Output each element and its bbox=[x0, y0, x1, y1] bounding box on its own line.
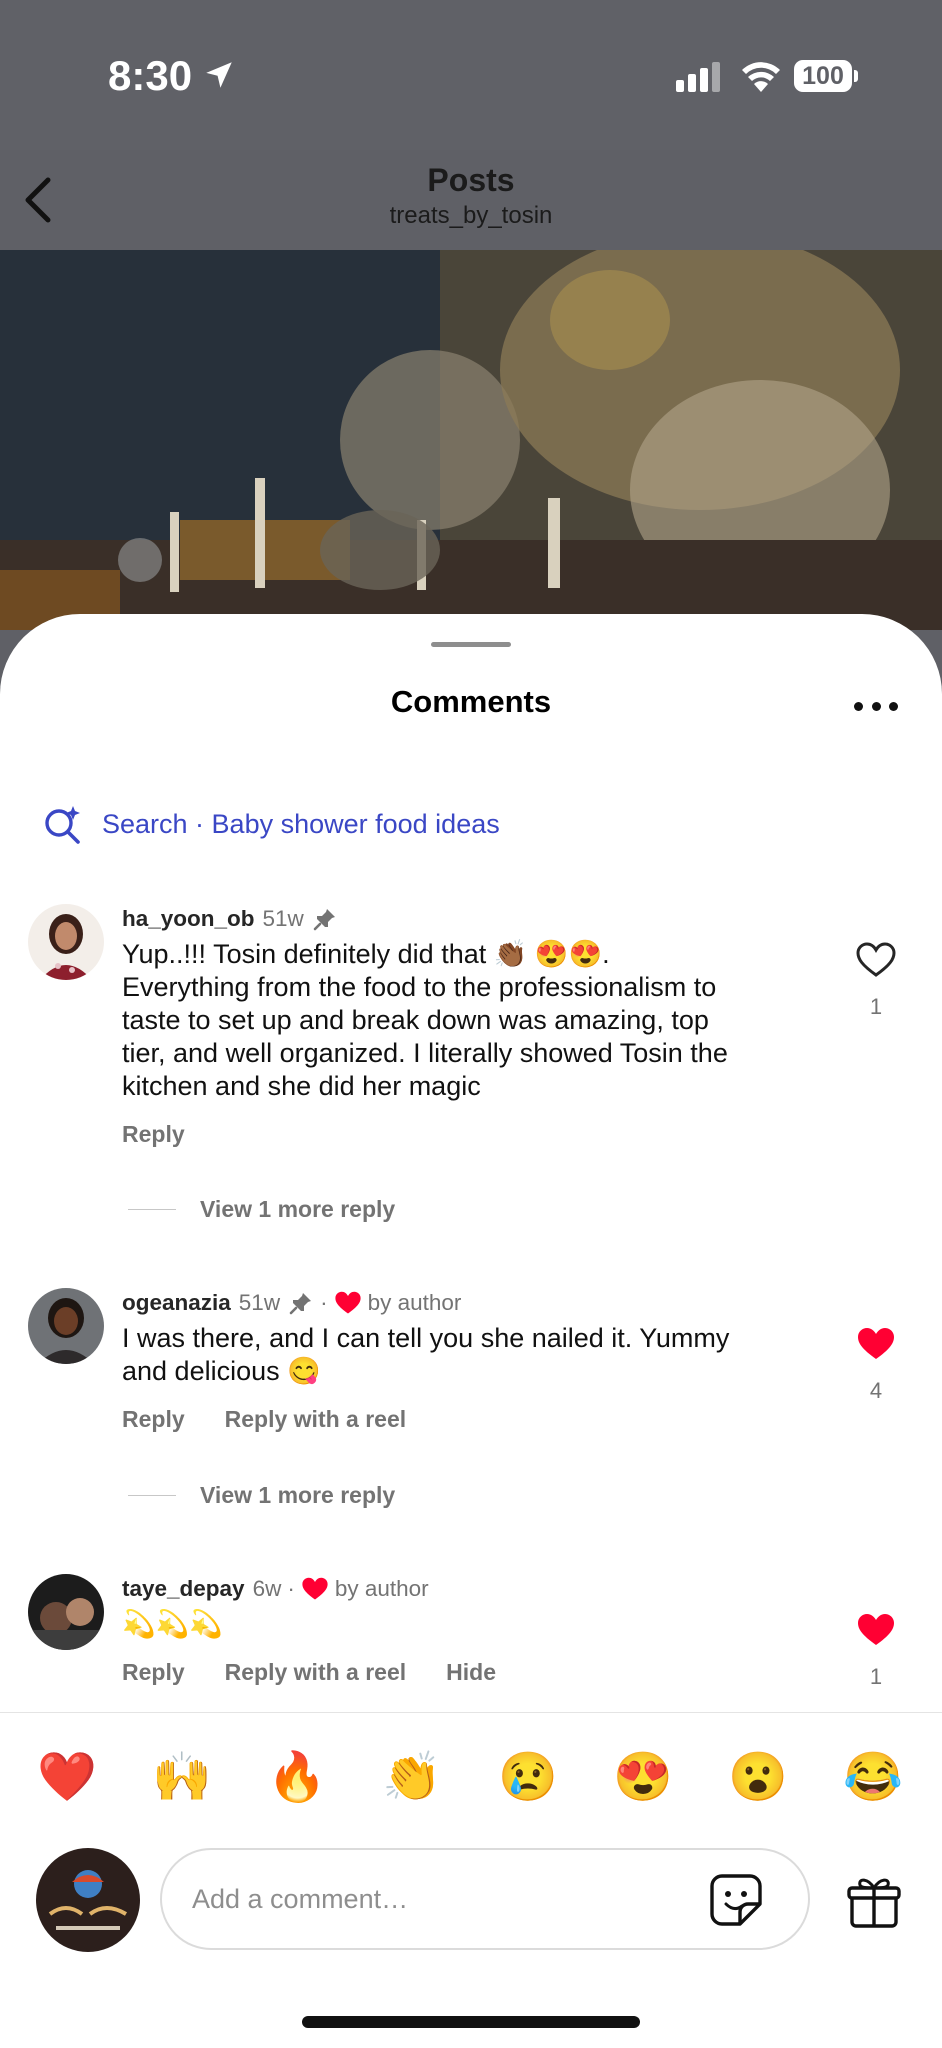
comment-input[interactable]: Add a comment… bbox=[160, 1848, 810, 1950]
comment-username[interactable]: ogeanazia bbox=[122, 1290, 231, 1316]
comment-age: 6w bbox=[252, 1576, 282, 1601]
pin-icon bbox=[313, 909, 335, 931]
pin-icon bbox=[289, 1293, 312, 1315]
heart-outline-icon[interactable] bbox=[856, 942, 896, 978]
like-column: 1 bbox=[848, 1612, 904, 1690]
like-count: 4 bbox=[869, 1378, 883, 1403]
comment-line: kitchen and she did her magic bbox=[122, 1071, 481, 1101]
post-photo bbox=[0, 250, 942, 630]
comment-line: Everything from the food to the professi… bbox=[122, 972, 717, 1002]
sparkle-search-icon bbox=[45, 806, 80, 844]
view-more-label: View 1 more reply bbox=[200, 1482, 396, 1508]
nav-header: Posts treats_by_tosin bbox=[0, 150, 942, 250]
search-suggestion[interactable]: Search · Baby shower food ideas bbox=[42, 802, 500, 846]
fire-emoji[interactable]: 🔥 bbox=[266, 1745, 328, 1807]
crying-face-emoji[interactable]: 😢 bbox=[497, 1745, 559, 1807]
comment-actions: Reply Reply with a reel bbox=[122, 1406, 812, 1433]
reply-button[interactable]: Reply bbox=[122, 1121, 185, 1148]
tears-of-joy-emoji[interactable]: 😂 bbox=[842, 1745, 904, 1807]
reply-with-reel-button[interactable]: Reply with a reel bbox=[225, 1659, 407, 1686]
avatar[interactable] bbox=[28, 1288, 104, 1364]
reply-button[interactable]: Reply bbox=[122, 1406, 185, 1433]
red-heart-emoji[interactable]: ❤️ bbox=[36, 1745, 98, 1807]
view-more-replies[interactable]: View 1 more reply bbox=[128, 1196, 395, 1223]
home-indicator bbox=[302, 2016, 640, 2028]
comment-input-placeholder: Add a comment… bbox=[192, 1884, 409, 1914]
cellular-signal-icon bbox=[676, 62, 720, 92]
status-time: 8:30 bbox=[108, 52, 193, 99]
battery-indicator: 100 bbox=[794, 60, 858, 92]
comment-header: ha_yoon_ob 51w bbox=[122, 904, 812, 934]
comment-header: ogeanazia 51w · by author bbox=[122, 1288, 812, 1318]
more-options-icon[interactable] bbox=[854, 698, 898, 714]
hide-button[interactable]: Hide bbox=[446, 1659, 496, 1686]
surprised-face-emoji[interactable]: 😮 bbox=[727, 1745, 789, 1807]
comment-line: Yup..!!! Tosin definitely did that 👏🏾 😍😍… bbox=[122, 939, 610, 969]
reply-with-reel-button[interactable]: Reply with a reel bbox=[225, 1406, 407, 1433]
search-suggestion-label: Search · Baby shower food ideas bbox=[102, 808, 500, 839]
reply-button[interactable]: Reply bbox=[122, 1659, 185, 1686]
comment-text: Yup..!!! Tosin definitely did that 👏🏾 😍😍… bbox=[122, 938, 812, 1103]
sticker-icon[interactable] bbox=[708, 1872, 764, 1928]
emoji-reaction-bar: ❤️ 🙌 🔥 👏 😢 😍 😮 😂 bbox=[0, 1712, 942, 1840]
wifi-icon bbox=[742, 62, 780, 92]
comment-composer: Add a comment… bbox=[0, 1840, 942, 1960]
by-author-label: by author bbox=[367, 1290, 462, 1315]
page-title: Posts bbox=[427, 162, 515, 198]
separator-dot: · bbox=[320, 1290, 328, 1315]
sheet-grabber[interactable] bbox=[431, 642, 511, 647]
avatar[interactable] bbox=[28, 1574, 104, 1650]
comment-actions: Reply Reply with a reel Hide bbox=[122, 1659, 812, 1686]
battery-tip bbox=[854, 70, 858, 82]
battery-level: 100 bbox=[794, 60, 852, 92]
comment-age: 51w bbox=[262, 906, 304, 931]
comment-text: I was there, and I can tell you she nail… bbox=[122, 1322, 812, 1388]
like-count: 1 bbox=[869, 1664, 883, 1689]
comment-age: 51w bbox=[238, 1290, 281, 1315]
raising-hands-emoji[interactable]: 🙌 bbox=[151, 1745, 213, 1807]
like-count: 1 bbox=[869, 994, 883, 1019]
by-author-label: by author bbox=[334, 1576, 429, 1601]
post-photo-art bbox=[0, 250, 942, 630]
location-arrow-icon bbox=[206, 62, 232, 88]
like-column: 4 bbox=[848, 1326, 904, 1404]
sheet-title: Comments bbox=[390, 684, 552, 719]
comment-line: I was there, and I can tell you she nail… bbox=[122, 1323, 730, 1353]
view-more-label: View 1 more reply bbox=[200, 1196, 396, 1222]
comment-username[interactable]: ha_yoon_ob bbox=[122, 906, 255, 932]
separator-dot: · bbox=[287, 1576, 295, 1601]
page-subtitle[interactable]: treats_by_tosin bbox=[0, 202, 942, 230]
comment-line: and delicious 😋 bbox=[122, 1356, 321, 1386]
comment-line: tier, and well organized. I literally sh… bbox=[122, 1038, 728, 1068]
heart-filled-icon[interactable] bbox=[856, 1612, 896, 1648]
heart-eyes-emoji[interactable]: 😍 bbox=[612, 1745, 674, 1807]
like-column: 1 bbox=[848, 942, 904, 1020]
comment-header: taye_depay 6w · by author bbox=[122, 1574, 812, 1604]
gift-icon[interactable] bbox=[846, 1874, 902, 1930]
view-more-replies[interactable]: View 1 more reply bbox=[128, 1482, 395, 1509]
author-liked-heart-icon bbox=[334, 1291, 361, 1314]
status-bar: 8:30 100 bbox=[0, 0, 942, 150]
author-liked-heart-icon bbox=[302, 1577, 328, 1600]
avatar[interactable] bbox=[28, 904, 104, 980]
own-profile-avatar[interactable] bbox=[36, 1848, 140, 1952]
comment-actions: Reply bbox=[122, 1121, 812, 1148]
heart-filled-icon[interactable] bbox=[856, 1326, 896, 1362]
comment-line: taste to set up and break down was amazi… bbox=[122, 1005, 709, 1035]
comment-username[interactable]: taye_depay bbox=[122, 1576, 245, 1602]
thread-line bbox=[128, 1495, 176, 1496]
comment-line: 💫💫💫 bbox=[122, 1609, 223, 1639]
comment-text: 💫💫💫 bbox=[122, 1608, 812, 1641]
thread-line bbox=[128, 1209, 176, 1210]
clapping-hands-emoji[interactable]: 👏 bbox=[381, 1745, 443, 1807]
